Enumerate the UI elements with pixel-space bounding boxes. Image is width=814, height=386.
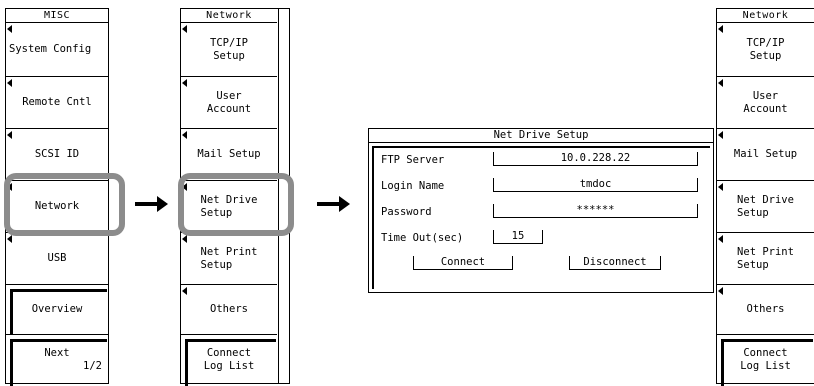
timeout-field[interactable]: 15: [493, 230, 543, 244]
net-drive-key-highlight: [178, 173, 294, 236]
softkey-remote-cntl[interactable]: Remote Cntl: [6, 77, 108, 129]
softkey-usb[interactable]: USB: [6, 233, 108, 285]
softkey-user-account[interactable]: User Account: [717, 77, 814, 129]
softkey-indicator-icon: [7, 25, 12, 33]
softkey-indicator-icon: [182, 79, 187, 87]
softkey-label: Mail Setup: [733, 148, 798, 160]
softkey-label: Net Drive Setup: [737, 193, 794, 219]
softkey-net-print-setup[interactable]: Net Print Setup: [181, 233, 277, 285]
softkey-net-drive-setup[interactable]: Net Drive Setup: [717, 181, 814, 233]
softkey-label: TCP/IP Setup: [210, 36, 248, 62]
connect-button[interactable]: Connect: [413, 256, 513, 270]
network-menu-title: Network: [181, 9, 277, 23]
softkey-label: Remote Cntl: [22, 96, 92, 108]
login-name-field[interactable]: tmdoc: [493, 178, 698, 192]
softkey-indicator-icon: [718, 183, 723, 191]
ftp-server-field[interactable]: 10.0.228.22: [493, 152, 698, 166]
password-label: Password: [381, 206, 432, 218]
softkey-label: Net Print Setup: [200, 245, 258, 271]
softkey-tcpip-setup[interactable]: TCP/IP Setup: [717, 23, 814, 77]
disconnect-button[interactable]: Disconnect: [569, 256, 661, 270]
ftp-server-label: FTP Server: [381, 154, 445, 166]
dialog-title: Net Drive Setup: [369, 129, 713, 143]
softkey-user-account[interactable]: User Account: [181, 77, 277, 129]
softkey-indicator-icon: [7, 235, 12, 243]
softkey-indicator-icon: [182, 235, 187, 243]
timeout-label: Time Out(sec): [381, 232, 464, 244]
softkey-label: Connect Log List: [740, 347, 791, 372]
softkey-indicator-icon: [182, 287, 187, 295]
login-name-label: Login Name: [381, 180, 445, 192]
softkey-label: Net Print Setup: [737, 245, 794, 271]
softkey-label: User Account: [206, 89, 252, 115]
arrow-right-icon: [135, 196, 168, 214]
softkey-label: Overview: [31, 303, 83, 315]
softkey-page-indicator: 1/2: [83, 360, 102, 372]
softkey-system-config[interactable]: System Config: [6, 23, 108, 77]
softkey-next[interactable]: Next 1/2: [6, 335, 108, 386]
softkey-connect-log-list[interactable]: Connect Log List: [181, 335, 277, 386]
arrow-right-icon: [317, 196, 350, 214]
softkey-indicator-icon: [718, 79, 723, 87]
softkey-indicator-icon: [718, 25, 723, 33]
softkey-others[interactable]: Others: [181, 285, 277, 335]
softkey-label: User Account: [743, 89, 788, 115]
softkey-others[interactable]: Others: [717, 285, 814, 335]
softkey-indicator-icon: [7, 131, 12, 139]
softkey-indicator-icon: [182, 131, 187, 139]
softkey-mail-setup[interactable]: Mail Setup: [717, 129, 814, 181]
network-softkey-menu-result: Network TCP/IP Setup User Account Mail S…: [716, 8, 814, 386]
softkey-connect-log-list[interactable]: Connect Log List: [717, 335, 814, 386]
softkey-label: SCSI ID: [34, 148, 80, 160]
softkey-label: Mail Setup: [197, 148, 261, 160]
softkey-indicator-icon: [718, 131, 723, 139]
misc-menu-title: MISC: [6, 9, 108, 23]
network-key-highlight: [4, 173, 125, 236]
softkey-tcpip-setup[interactable]: TCP/IP Setup: [181, 23, 277, 77]
softkey-label: Others: [746, 303, 785, 315]
network-menu-title: Network: [717, 9, 814, 23]
password-field[interactable]: ******: [493, 204, 698, 218]
softkey-indicator-icon: [718, 235, 723, 243]
softkey-indicator-icon: [718, 287, 723, 295]
softkey-label: System Config: [9, 43, 92, 55]
softkey-label: TCP/IP Setup: [746, 36, 785, 62]
softkey-label: Others: [210, 303, 248, 315]
softkey-overview[interactable]: Overview: [6, 285, 108, 335]
softkey-label: Next: [44, 347, 70, 359]
net-drive-setup-dialog: Net Drive Setup FTP Server 10.0.228.22 L…: [368, 128, 714, 293]
softkey-indicator-icon: [182, 25, 187, 33]
softkey-label: Connect Log List: [203, 347, 255, 372]
softkey-net-print-setup[interactable]: Net Print Setup: [717, 233, 814, 285]
softkey-indicator-icon: [7, 79, 12, 87]
softkey-label: USB: [47, 252, 67, 264]
